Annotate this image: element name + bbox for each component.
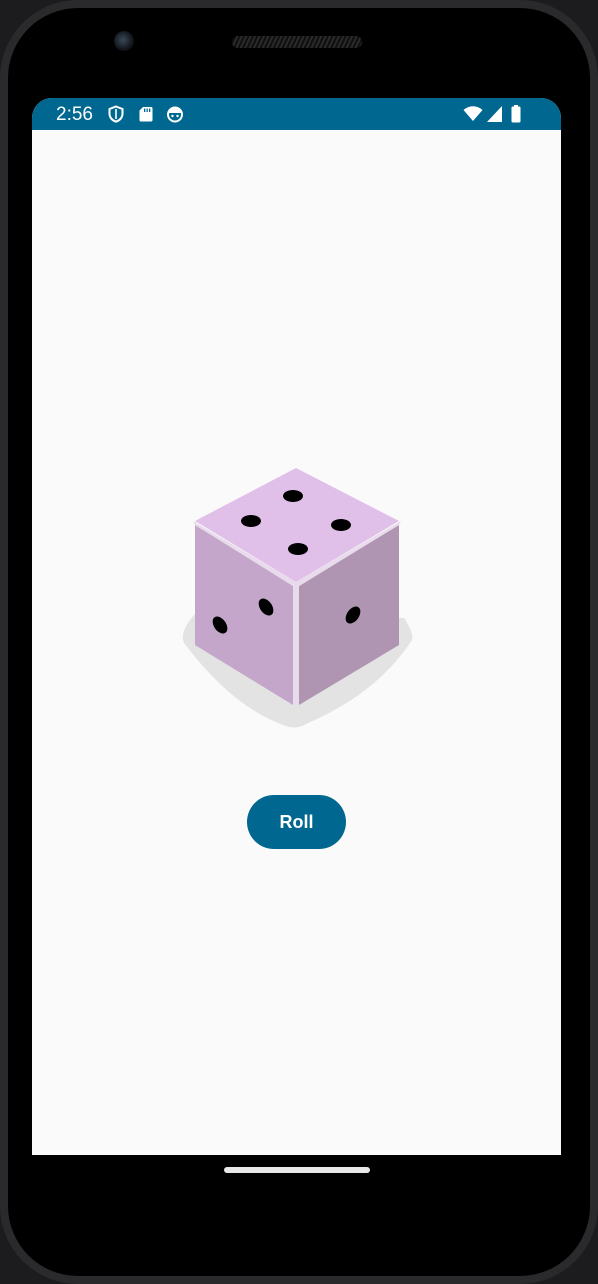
app-screen: 2:56 Roll <box>32 98 561 1155</box>
cell-signal-icon <box>487 106 502 122</box>
status-bar: 2:56 <box>32 98 561 130</box>
battery-icon <box>511 105 521 123</box>
phone-frame: 2:56 Roll <box>0 0 598 1284</box>
front-camera <box>114 31 134 51</box>
shield-icon <box>108 105 124 123</box>
dice-edge <box>293 585 299 705</box>
android-face-icon <box>167 106 183 123</box>
dice-pip <box>331 519 351 531</box>
dice-pip <box>283 490 303 502</box>
roll-button[interactable]: Roll <box>247 795 346 849</box>
dice-icon <box>182 468 413 728</box>
dice-pip <box>288 543 308 555</box>
status-time: 2:56 <box>56 104 93 125</box>
earpiece-speaker <box>232 36 362 48</box>
main-content: Roll <box>32 130 561 1155</box>
gesture-nav-handle[interactable] <box>224 1167 370 1173</box>
wifi-icon <box>463 106 483 121</box>
sd-card-icon <box>139 107 153 122</box>
dice-pip <box>241 515 261 527</box>
